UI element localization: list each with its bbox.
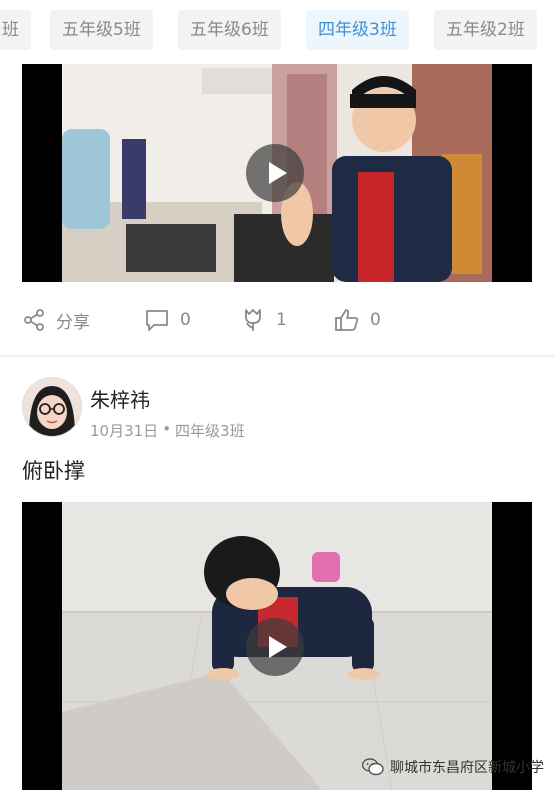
play-icon (268, 636, 287, 658)
comment-icon (146, 310, 168, 331)
watermark-text: 聊城市东昌府区新城小学 (390, 760, 544, 776)
post-class: 四年级3班 (175, 422, 245, 440)
avatar[interactable] (22, 377, 82, 437)
video-player-1[interactable] (22, 64, 532, 282)
post-action-bar: 分享 0 1 0 (22, 297, 532, 343)
tab-grade4-class3[interactable]: 四年级3班 (306, 10, 409, 50)
flower-count: 1 (276, 310, 287, 330)
meta-separator: • (162, 420, 172, 438)
comment-button[interactable]: 0 (144, 297, 191, 343)
play-button-2[interactable] (246, 618, 304, 676)
comment-count: 0 (180, 310, 191, 330)
post-meta: 10月31日 • 四年级3班 (90, 420, 245, 441)
share-button[interactable]: 分享 (22, 297, 90, 343)
flower-button[interactable]: 1 (240, 297, 287, 343)
post-date: 10月31日 (90, 422, 159, 440)
tab-grade5-class6[interactable]: 五年级6班 (178, 10, 281, 50)
video-player-2[interactable] (22, 502, 532, 790)
share-label: 分享 (56, 312, 90, 333)
play-icon (268, 162, 287, 184)
flower-icon (245, 309, 261, 331)
thumbs-up-icon (335, 309, 359, 331)
post-text: 俯卧撑 (22, 459, 85, 483)
play-button-1[interactable] (246, 144, 304, 202)
like-button[interactable]: 0 (334, 297, 381, 343)
class-tab-bar: 班 五年级5班 五年级6班 四年级3班 五年级2班 (0, 0, 554, 62)
tab-grade5-class5[interactable]: 五年级5班 (50, 10, 153, 50)
tab-grade5-class2[interactable]: 五年级2班 (434, 10, 537, 50)
post-divider (0, 355, 554, 357)
watermark: 聊城市东昌府区新城小学 (362, 757, 544, 777)
tab-partial-left[interactable]: 班 (0, 10, 31, 50)
wechat-icon (362, 758, 384, 776)
share-icon (24, 309, 44, 331)
author-name[interactable]: 朱梓祎 (90, 384, 150, 413)
like-count: 0 (370, 310, 381, 330)
